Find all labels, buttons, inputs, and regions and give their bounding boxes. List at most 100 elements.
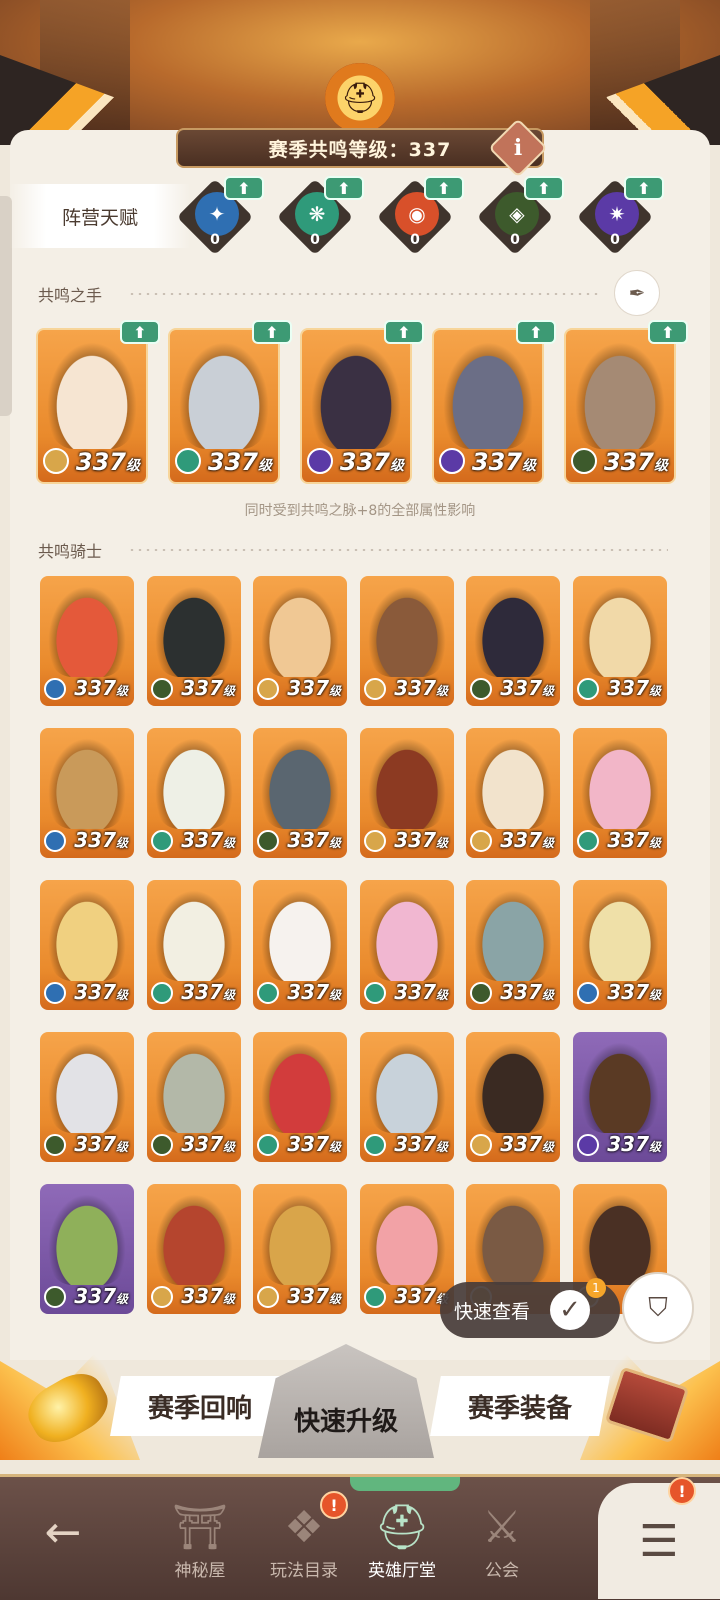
bottom-nav: ← ⛩ 神秘屋 ❖ 玩法目录 ! ⛑ 英雄厅堂 ⚔ 公会 ☰ ! — [0, 1474, 720, 1600]
hero-portrait — [367, 586, 447, 678]
upgrade-arrow-icon[interactable]: ⬆ — [384, 320, 424, 344]
faction-icon — [151, 1134, 173, 1156]
faction-icon — [577, 678, 599, 700]
faction-talent-2[interactable]: ◉ 0 ⬆ — [376, 176, 464, 256]
menu-button[interactable]: ☰ ! — [598, 1477, 720, 1599]
faction-count: 0 — [210, 232, 220, 248]
resonance-knight-card[interactable]: 337级 — [466, 1032, 560, 1162]
quick-upgrade-button[interactable]: 快速升级 — [258, 1344, 434, 1458]
faction-icon — [364, 678, 386, 700]
resonance-knight-card[interactable]: 337级 — [253, 576, 347, 706]
resonance-knight-card[interactable]: 337级 — [40, 880, 134, 1010]
resonance-knight-card[interactable]: 337级 — [147, 576, 241, 706]
feather-edit-button[interactable]: ✒ — [614, 270, 660, 316]
resonance-knight-card[interactable]: 337级 — [253, 1032, 347, 1162]
hero-level: 337级 — [74, 828, 128, 852]
resonance-knight-card[interactable]: 337级 — [40, 1184, 134, 1314]
resonance-knight-card[interactable]: 337级 — [147, 728, 241, 858]
hero-level: 337级 — [181, 980, 235, 1004]
hero-portrait — [580, 1042, 660, 1134]
nav-item-guild[interactable]: ⚔ 公会 — [452, 1491, 552, 1591]
season-gear-button[interactable]: 赛季装备 — [430, 1376, 610, 1436]
resonance-knight-card[interactable]: 337级 — [360, 576, 454, 706]
upgrade-arrow-icon[interactable]: ⬆ — [224, 176, 264, 200]
resonance-knight-card[interactable]: 337级 — [466, 728, 560, 858]
filter-button[interactable]: ⛉ — [622, 1272, 694, 1344]
hero-portrait — [154, 738, 234, 830]
resonance-knight-card[interactable]: 337级 — [147, 1184, 241, 1314]
faction-icon — [364, 982, 386, 1004]
upgrade-arrow-icon[interactable]: ⬆ — [624, 176, 664, 200]
resonance-knight-card[interactable]: 337级 — [253, 728, 347, 858]
resonance-knight-card[interactable]: 337级 — [360, 728, 454, 858]
resonance-knight-card[interactable]: 337级 — [40, 728, 134, 858]
hero-portrait — [442, 342, 534, 449]
nav-item-catalog[interactable]: ❖ 玩法目录 ! — [254, 1491, 354, 1591]
resonance-hand-hero-card[interactable]: 337级 — [168, 328, 280, 484]
upgrade-arrow-icon[interactable]: ⬆ — [120, 320, 160, 344]
faction-icon — [364, 830, 386, 852]
resonance-knight-card[interactable]: 337级 — [40, 576, 134, 706]
resonance-knight-card[interactable]: 337级 — [360, 1032, 454, 1162]
upgrade-arrow-icon[interactable]: ⬆ — [524, 176, 564, 200]
resonance-knight-card[interactable]: 337级 — [40, 1032, 134, 1162]
nav-item-mystery-house[interactable]: ⛩ 神秘屋 — [150, 1491, 250, 1591]
hero-level: 337级 — [74, 980, 128, 1004]
hero-portrait — [574, 342, 666, 449]
divider-dots — [128, 549, 668, 551]
resonance-hand-hero-card[interactable]: 337级 — [300, 328, 412, 484]
hero-portrait — [47, 1194, 127, 1286]
resonance-knight-card[interactable]: 337级 — [360, 1184, 454, 1314]
season-echo-button[interactable]: 赛季回响 — [110, 1376, 290, 1436]
quick-view-label: 快速查看 — [454, 1300, 531, 1323]
resonance-knight-card[interactable]: 337级 — [573, 576, 667, 706]
resonance-knight-card[interactable]: 337级 — [573, 728, 667, 858]
faction-icon — [577, 830, 599, 852]
faction-count: 0 — [410, 232, 420, 248]
hero-level: 337级 — [207, 448, 272, 476]
back-arrow-button[interactable]: ← — [28, 1497, 98, 1567]
upgrade-arrow-icon[interactable]: ⬆ — [252, 320, 292, 344]
resonance-knight-card[interactable]: 337级 — [466, 576, 560, 706]
hero-portrait — [367, 890, 447, 982]
faction-icon — [151, 982, 173, 1004]
hero-portrait — [367, 738, 447, 830]
resonance-knight-card[interactable]: 337级 — [360, 880, 454, 1010]
resonance-knight-card[interactable]: 337级 — [573, 880, 667, 1010]
faction-icon — [257, 678, 279, 700]
resonance-hand-hero-card[interactable]: 337级 — [564, 328, 676, 484]
resonance-knight-card[interactable]: 337级 — [253, 1184, 347, 1314]
hero-hall-icon: ⛑ — [374, 1502, 430, 1553]
hero-portrait — [260, 1042, 340, 1134]
upgrade-arrow-icon[interactable]: ⬆ — [516, 320, 556, 344]
resonance-knight-card[interactable]: 337级 — [573, 1032, 667, 1162]
resonance-knights-title: 共鸣骑士 — [38, 542, 103, 561]
quick-view-toggle[interactable]: 快速查看 ✓ 1 — [440, 1278, 620, 1338]
faction-icon — [151, 678, 173, 700]
faction-talent-0[interactable]: ✦ 0 ⬆ — [176, 176, 264, 256]
faction-icon — [577, 1134, 599, 1156]
upgrade-arrow-icon[interactable]: ⬆ — [648, 320, 688, 344]
resonance-knight-card[interactable]: 337级 — [147, 1032, 241, 1162]
hero-level: 337级 — [181, 828, 235, 852]
faction-talent-4[interactable]: ✷ 0 ⬆ — [576, 176, 664, 256]
upgrade-arrow-icon[interactable]: ⬆ — [424, 176, 464, 200]
hero-level: 337级 — [607, 1132, 661, 1156]
faction-talent-1[interactable]: ❋ 0 ⬆ — [276, 176, 364, 256]
hero-portrait — [154, 586, 234, 678]
nav-label: 英雄厅堂 — [368, 1561, 436, 1581]
faction-count: 0 — [510, 232, 520, 248]
hero-portrait — [367, 1194, 447, 1286]
hero-portrait — [154, 1194, 234, 1286]
resonance-knight-card[interactable]: 337级 — [147, 880, 241, 1010]
resonance-hand-hero-card[interactable]: 337级 — [36, 328, 148, 484]
nav-item-hero-hall[interactable]: ⛑ 英雄厅堂 — [352, 1491, 452, 1591]
resonance-knight-card[interactable]: 337级 — [253, 880, 347, 1010]
checkmark-icon[interactable]: ✓ — [550, 1290, 590, 1330]
hero-portrait — [154, 1042, 234, 1134]
faction-icon — [470, 678, 492, 700]
resonance-hand-hero-card[interactable]: 337级 — [432, 328, 544, 484]
resonance-knight-card[interactable]: 337级 — [466, 880, 560, 1010]
faction-talent-3[interactable]: ◈ 0 ⬆ — [476, 176, 564, 256]
upgrade-arrow-icon[interactable]: ⬆ — [324, 176, 364, 200]
